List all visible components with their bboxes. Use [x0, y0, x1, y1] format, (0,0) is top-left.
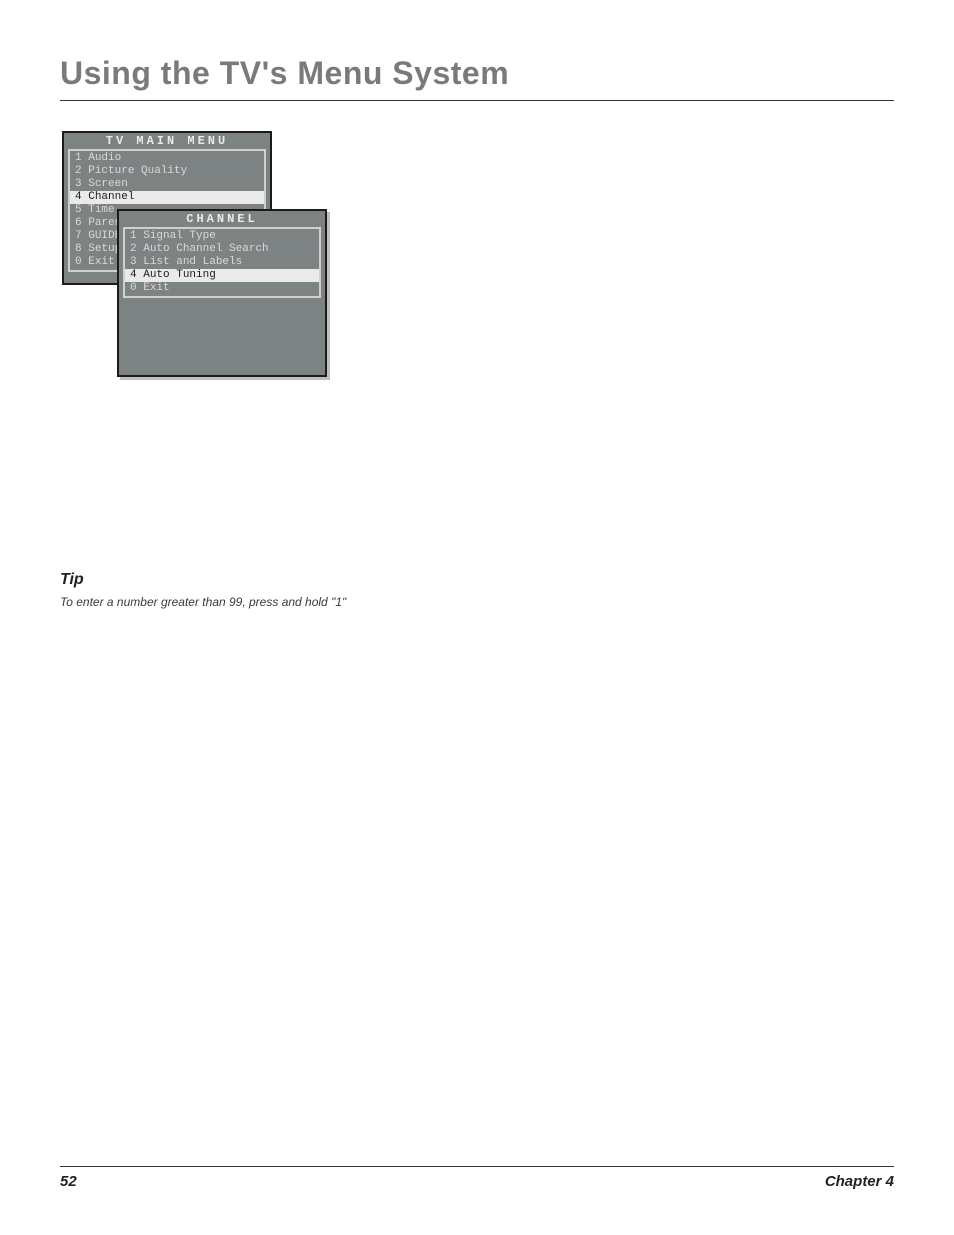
menu-item-screen[interactable]: 3 Screen	[70, 178, 264, 191]
menu-item-auto-channel-search[interactable]: 2 Auto Channel Search	[125, 243, 319, 256]
tip-heading: Tip	[60, 571, 360, 589]
tip-text: To enter a number greater than 99, press…	[60, 595, 360, 610]
page-footer: 52 Chapter 4	[60, 1166, 894, 1190]
channel-submenu-list: 1 Signal Type 2 Auto Channel Search 3 Li…	[123, 227, 321, 298]
menu-item-list-and-labels[interactable]: 3 List and Labels	[125, 256, 319, 269]
menu-item-audio[interactable]: 1 Audio	[70, 152, 264, 165]
menu-item-exit-channel[interactable]: 0 Exit	[125, 282, 319, 295]
tv-menu-figure: TV MAIN MENU 1 Audio 2 Picture Quality 3…	[62, 131, 342, 381]
menu-item-auto-tuning[interactable]: 4 Auto Tuning	[125, 269, 319, 282]
page-title: Using the TV's Menu System	[60, 55, 894, 101]
tip-block: Tip To enter a number greater than 99, p…	[60, 571, 360, 610]
chapter-label: Chapter 4	[825, 1173, 894, 1190]
menu-item-signal-type[interactable]: 1 Signal Type	[125, 230, 319, 243]
page-number: 52	[60, 1173, 77, 1190]
menu-item-channel[interactable]: 4 Channel	[70, 191, 264, 204]
channel-submenu-title: CHANNEL	[119, 211, 325, 227]
channel-submenu: CHANNEL 1 Signal Type 2 Auto Channel Sea…	[117, 209, 327, 377]
tv-main-menu-title: TV MAIN MENU	[64, 133, 270, 149]
menu-item-picture-quality[interactable]: 2 Picture Quality	[70, 165, 264, 178]
